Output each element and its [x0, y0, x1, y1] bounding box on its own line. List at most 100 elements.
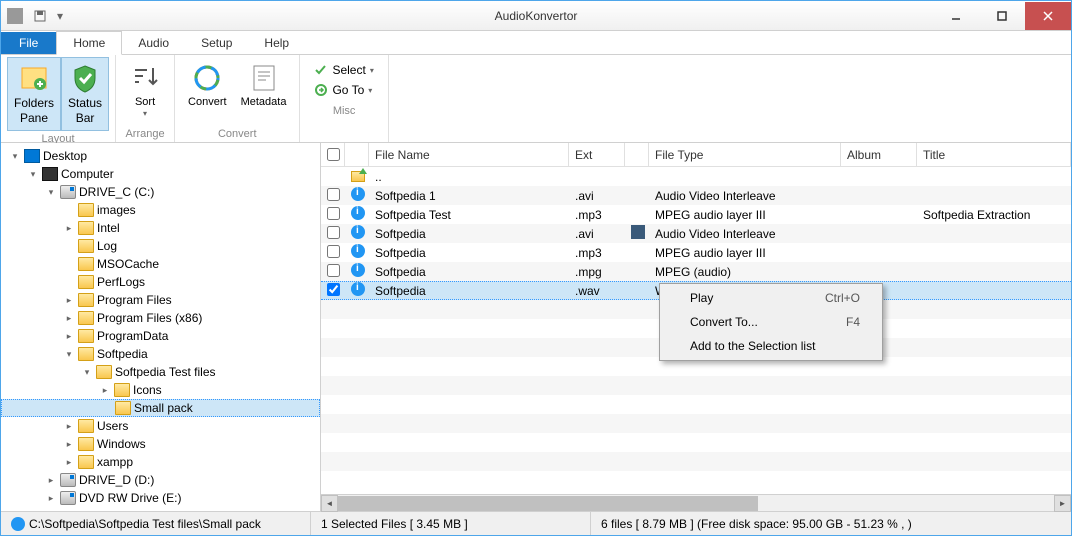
tree-node[interactable]: PerfLogs: [1, 273, 320, 291]
tree-label: Program Files: [97, 293, 172, 307]
ctx-label: Convert To...: [690, 315, 758, 329]
tree-toggle-icon[interactable]: ▸: [63, 295, 75, 306]
file-row[interactable]: Softpedia.mp3MPEG audio layer III: [321, 243, 1071, 262]
folder-tree[interactable]: ▾ Desktop ▾Computer▾DRIVE_C (C:) images ▸Int…: [1, 143, 321, 511]
tree-label: MSOCache: [97, 257, 159, 271]
tree-label: images: [97, 203, 136, 217]
col-title[interactable]: Title: [917, 143, 1071, 166]
tree-node[interactable]: ▾DRIVE_C (C:): [1, 183, 320, 201]
sort-label: Sort: [135, 96, 155, 109]
status-bar: C:\Softpedia\Softpedia Test files\Small …: [1, 511, 1071, 535]
status-path: C:\Softpedia\Softpedia Test files\Small …: [29, 517, 261, 531]
comp-icon: [42, 167, 58, 181]
maximize-button[interactable]: [979, 2, 1025, 30]
qat-dropdown-icon[interactable]: ▾: [51, 7, 69, 25]
tree-toggle-icon[interactable]: ▸: [99, 385, 111, 396]
tree-toggle-icon[interactable]: ▸: [63, 439, 75, 450]
tree-node[interactable]: ▸Users: [1, 417, 320, 435]
goto-dropdown[interactable]: Go To ▾: [310, 81, 377, 99]
tree-node[interactable]: images: [1, 201, 320, 219]
scroll-thumb[interactable]: [338, 496, 758, 511]
status-bar-button[interactable]: Status Bar: [61, 57, 109, 131]
tree-node[interactable]: ▸Windows: [1, 435, 320, 453]
col-album[interactable]: Album: [841, 143, 917, 166]
row-checkbox[interactable]: [327, 226, 340, 239]
tree-toggle-icon[interactable]: ▾: [45, 187, 57, 198]
qat-save-icon[interactable]: [31, 7, 49, 25]
file-row[interactable]: Softpedia Test.mp3MPEG audio layer IIISo…: [321, 205, 1071, 224]
tree-node[interactable]: ▸Icons: [1, 381, 320, 399]
tree-toggle-icon[interactable]: ▾: [27, 169, 39, 180]
tree-node[interactable]: ▸Program Files (x86): [1, 309, 320, 327]
col-typeicon[interactable]: [625, 143, 649, 166]
metadata-button[interactable]: Metadata: [234, 57, 294, 114]
tree-toggle-icon[interactable]: ▸: [63, 421, 75, 432]
tab-audio[interactable]: Audio: [122, 32, 185, 54]
tree-node[interactable]: Log: [1, 237, 320, 255]
minimize-button[interactable]: [933, 2, 979, 30]
tree-node[interactable]: ▾ Desktop: [1, 147, 320, 165]
tree-node[interactable]: ▸ProgramData: [1, 327, 320, 345]
convert-group-label: Convert: [181, 126, 293, 142]
tree-toggle-icon[interactable]: ▸: [63, 457, 75, 468]
close-button[interactable]: [1025, 2, 1071, 30]
tree-toggle-icon[interactable]: ▾: [81, 367, 93, 378]
tree-node[interactable]: MSOCache: [1, 255, 320, 273]
tree-label: Desktop: [43, 149, 87, 163]
col-ext[interactable]: Ext: [569, 143, 625, 166]
tree-toggle-icon[interactable]: ▸: [45, 493, 57, 504]
tree-toggle-icon[interactable]: ▸: [63, 223, 75, 234]
row-checkbox[interactable]: [327, 188, 340, 201]
context-menu-item[interactable]: PlayCtrl+O: [662, 286, 880, 310]
tree-node[interactable]: ▸Intel: [1, 219, 320, 237]
sort-icon: [129, 62, 161, 94]
scroll-right-button[interactable]: ►: [1054, 495, 1071, 512]
tab-setup[interactable]: Setup: [185, 32, 248, 54]
file-row[interactable]: ..: [321, 167, 1071, 186]
metadata-icon: [248, 62, 280, 94]
tree-toggle-icon[interactable]: ▾: [63, 349, 75, 360]
select-dropdown[interactable]: Select ▾: [310, 61, 377, 79]
row-checkbox[interactable]: [327, 207, 340, 220]
folder-icon: [78, 257, 94, 271]
tree-node[interactable]: ▾Computer: [1, 165, 320, 183]
tree-toggle-icon[interactable]: ▾: [9, 151, 21, 162]
tree-node[interactable]: ▸DVD RW Drive (E:): [1, 489, 320, 507]
col-filetype[interactable]: File Type: [649, 143, 841, 166]
sort-button[interactable]: Sort ▾: [122, 57, 168, 123]
tree-toggle-icon[interactable]: ▸: [45, 475, 57, 486]
row-checkbox[interactable]: [327, 245, 340, 258]
tab-help[interactable]: Help: [248, 32, 305, 54]
file-name: Softpedia Test: [369, 208, 569, 222]
tree-label: PerfLogs: [97, 275, 145, 289]
col-filename[interactable]: File Name: [369, 143, 569, 166]
folders-pane-button[interactable]: Folders Pane: [7, 57, 61, 131]
tree-label: Softpedia: [97, 347, 148, 361]
tree-node[interactable]: Small pack: [1, 399, 320, 417]
tree-node[interactable]: ▸ Program Files: [1, 291, 320, 309]
scroll-left-button[interactable]: ◄: [321, 495, 338, 512]
file-row[interactable]: Softpedia.aviAudio Video Interleave: [321, 224, 1071, 243]
tree-node[interactable]: ▾ Softpedia Test files: [1, 363, 320, 381]
window-title: AudioKonvertor: [495, 9, 578, 23]
col-checkbox[interactable]: [321, 143, 345, 166]
tree-toggle-icon[interactable]: ▸: [63, 331, 75, 342]
file-tab[interactable]: File: [1, 32, 56, 54]
col-icon[interactable]: [345, 143, 369, 166]
horizontal-scrollbar[interactable]: ◄ ►: [321, 494, 1071, 511]
row-checkbox[interactable]: [327, 264, 340, 277]
file-row[interactable]: Softpedia.mpgMPEG (audio): [321, 262, 1071, 281]
file-ext: .avi: [569, 189, 625, 203]
convert-button[interactable]: Convert: [181, 57, 234, 114]
context-menu-item[interactable]: Convert To...F4: [662, 310, 880, 334]
row-checkbox[interactable]: [327, 283, 340, 296]
tree-node[interactable]: ▾ Softpedia: [1, 345, 320, 363]
thumbnail-icon: [631, 225, 645, 239]
tree-node[interactable]: ▸xampp: [1, 453, 320, 471]
tab-home[interactable]: Home: [56, 31, 122, 55]
tree-toggle-icon[interactable]: ▸: [63, 313, 75, 324]
context-menu-item[interactable]: Add to the Selection list: [662, 334, 880, 358]
file-row[interactable]: Softpedia 1.aviAudio Video Interleave: [321, 186, 1071, 205]
tree-node[interactable]: ▸DRIVE_D (D:): [1, 471, 320, 489]
tree-label: Softpedia Test files: [115, 365, 216, 379]
